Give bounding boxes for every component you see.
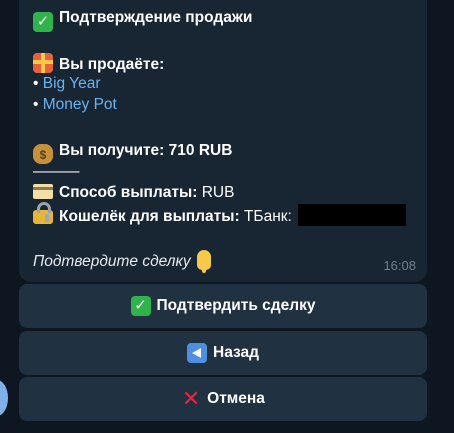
- back-arrow-icon: [187, 343, 208, 363]
- list-item: • Money Pot: [33, 95, 117, 115]
- lock-with-key-icon: [33, 202, 53, 224]
- receive-label: Вы получите: 710 RUB: [59, 142, 233, 159]
- cancel-label: Отмена: [207, 390, 265, 407]
- wallet-value: ТБанк:: [243, 208, 292, 225]
- selling-heading: Вы продаёте:: [33, 53, 164, 75]
- chat-view: ✓ Подтверждение продажи Вы продаёте: • Bi…: [0, 0, 454, 433]
- payout-method-value: RUB: [201, 184, 235, 201]
- divider: ———: [33, 163, 80, 180]
- credit-card-icon: [33, 184, 53, 199]
- wallet-line: Кошелёк для выплаты: ТБанк:: [33, 202, 407, 227]
- selling-label: Вы продаёте:: [59, 56, 165, 73]
- confirm-prompt-text: Подтвердите сделку: [33, 253, 191, 270]
- check-mark-icon: ✓: [33, 12, 53, 32]
- sender-avatar[interactable]: [0, 380, 8, 416]
- confirm-deal-label: Подтвердить сделку: [156, 297, 316, 314]
- confirm-prompt: Подтвердите сделку: [33, 250, 211, 273]
- payout-method-line: Способ выплаты: RUB: [33, 183, 234, 203]
- wallet-label: Кошелёк для выплаты:: [59, 208, 240, 225]
- cross-mark-icon: ✕: [181, 386, 201, 411]
- list-item: • Big Year: [33, 74, 101, 94]
- money-bag-icon: $: [33, 144, 53, 164]
- item-link-money-pot[interactable]: Money Pot: [43, 96, 117, 113]
- message-title: ✓ Подтверждение продажи: [33, 8, 252, 32]
- bullet: •: [33, 96, 39, 113]
- back-button[interactable]: Назад: [19, 331, 427, 375]
- back-label: Назад: [213, 344, 259, 361]
- receive-line: $ Вы получите: 710 RUB: [33, 141, 232, 164]
- check-mark-icon: ✓: [130, 296, 151, 316]
- redacted-block: [298, 204, 407, 226]
- message-title-text: Подтверждение продажи: [59, 9, 253, 26]
- confirm-deal-button[interactable]: ✓ Подтвердить сделку: [19, 284, 427, 328]
- message-bubble: ✓ Подтверждение продажи Вы продаёте: • Bi…: [19, 0, 427, 282]
- payout-method-label: Способ выплаты:: [59, 184, 198, 201]
- gift-icon: [33, 53, 53, 73]
- message-timestamp: 16:08: [383, 258, 416, 273]
- cancel-button[interactable]: ✕ Отмена: [19, 377, 427, 421]
- item-link-big-year[interactable]: Big Year: [43, 75, 101, 92]
- pointing-down-icon: [196, 250, 211, 273]
- bullet: •: [33, 75, 39, 92]
